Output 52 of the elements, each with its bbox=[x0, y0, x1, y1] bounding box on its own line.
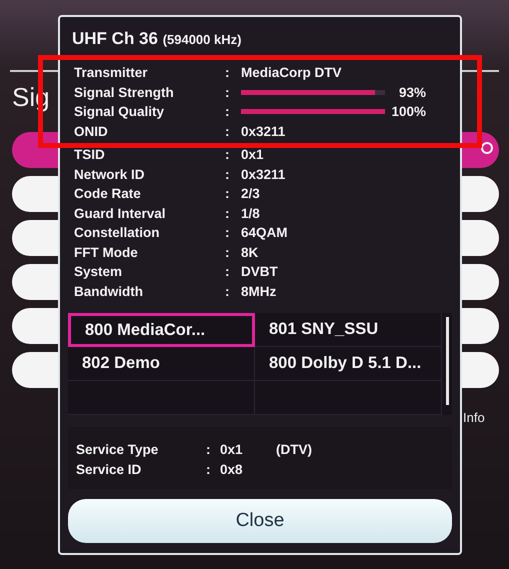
channel-item[interactable]: 801 SNY_SSU bbox=[255, 313, 442, 347]
service-value: 0x1 bbox=[220, 442, 244, 456]
service-value: 0x8 bbox=[220, 462, 244, 476]
detail-label: Guard Interval bbox=[74, 206, 167, 221]
channel-item[interactable]: 802 Demo bbox=[68, 347, 255, 381]
detail-label: TSID bbox=[74, 147, 106, 162]
detail-label: Signal Strength bbox=[74, 84, 175, 100]
colon: : bbox=[206, 462, 212, 476]
channel-item[interactable]: 800 MediaCor... bbox=[68, 313, 255, 347]
detail-label: Network ID bbox=[74, 166, 146, 182]
detail-value: 64QAM bbox=[241, 225, 289, 240]
detail-label: Code Rate bbox=[74, 186, 142, 202]
dialog-title: UHF Ch 36 (594000 kHz) bbox=[71, 29, 242, 50]
detail-label: ONID bbox=[74, 124, 109, 139]
detail-value: 0x1 bbox=[241, 147, 265, 162]
colon: : bbox=[225, 84, 230, 100]
colon: : bbox=[225, 65, 230, 80]
meter-reading: 93% bbox=[398, 84, 427, 100]
meter-reading: 100% bbox=[390, 104, 427, 120]
detail-label: Transmitter bbox=[74, 65, 149, 80]
detail-value: DVBT bbox=[241, 264, 279, 280]
colon: : bbox=[225, 166, 230, 182]
detail-value: 8K bbox=[241, 244, 260, 260]
info-label: Info bbox=[463, 410, 485, 425]
service-label: Service ID bbox=[76, 462, 142, 476]
detail-value: 2/3 bbox=[241, 186, 261, 202]
colon: : bbox=[225, 225, 230, 240]
detail-value: 0x3211 bbox=[241, 166, 286, 182]
colon: : bbox=[225, 206, 230, 221]
colon: : bbox=[225, 104, 230, 120]
service-note: (DTV) bbox=[276, 442, 313, 456]
colon: : bbox=[225, 124, 230, 139]
service-label: Service Type bbox=[76, 442, 160, 456]
detail-value: MediaCorp DTV bbox=[241, 65, 343, 80]
detail-value: 0x3211 bbox=[241, 124, 286, 139]
detail-label: System bbox=[74, 264, 124, 280]
detail-label: Signal Quality bbox=[74, 104, 166, 120]
detail-label: FFT Mode bbox=[74, 244, 139, 260]
detail-label: Constellation bbox=[74, 225, 161, 240]
colon: : bbox=[225, 264, 230, 280]
colon: : bbox=[225, 244, 230, 260]
scrollbar[interactable] bbox=[446, 317, 448, 405]
colon: : bbox=[225, 186, 230, 202]
channel-item[interactable]: 800 Dolby D 5.1 D... bbox=[255, 347, 442, 381]
colon: : bbox=[225, 284, 230, 299]
detail-value: 1/8 bbox=[241, 206, 261, 221]
colon: : bbox=[225, 147, 230, 162]
close-button[interactable]: Close bbox=[68, 499, 452, 543]
colon: : bbox=[206, 442, 212, 456]
detail-label: Bandwidth bbox=[74, 284, 144, 299]
detail-value: 8MHz bbox=[241, 284, 278, 299]
radio-icon bbox=[481, 142, 493, 154]
